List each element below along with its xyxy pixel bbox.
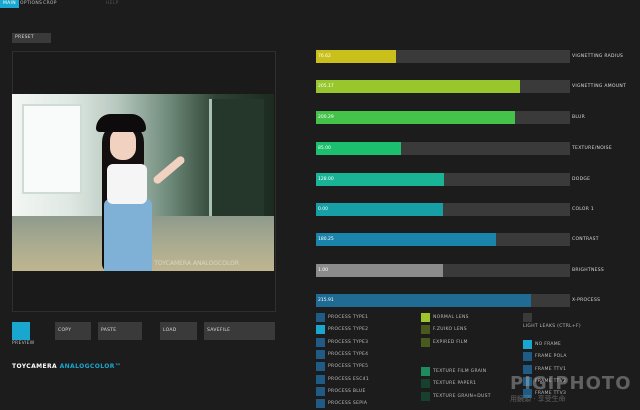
slider-label: Blur (572, 115, 585, 120)
copy-button[interactable]: Copy (55, 322, 91, 340)
slider-value: 215.91 (318, 298, 334, 303)
option-process-2-swatch[interactable] (316, 325, 325, 335)
slider-label: Vignetting Amount (572, 84, 627, 89)
slider-color-1[interactable]: 0.00 (316, 203, 570, 216)
option-texture-2-swatch[interactable] (421, 379, 430, 389)
slider-value: 128.00 (318, 177, 334, 182)
slider-fill (316, 173, 445, 186)
option-process-7-label: Process Blue (328, 388, 366, 394)
preset-button[interactable]: Preset (12, 33, 51, 43)
photo-face (110, 128, 136, 160)
slider-value: 1.00 (318, 268, 329, 273)
brand-tagline: 用鏡頭 · 享受生命 (510, 395, 566, 403)
savefile-button[interactable]: Savefile (204, 322, 275, 340)
slider-fill (316, 264, 443, 277)
paste-button[interactable]: Paste (98, 322, 142, 340)
option-lens-1-label: Normal Lens (433, 315, 469, 320)
photo-watermark: TOYCAMERA ANALOGCOLOR (154, 260, 239, 267)
option-light-leaks-swatch[interactable] (523, 313, 532, 322)
option-lens-1-swatch[interactable] (421, 313, 430, 322)
option-texture-1-swatch[interactable] (421, 367, 430, 376)
option-process-7-swatch[interactable] (316, 386, 325, 396)
slider-contrast[interactable]: 180.25 (316, 233, 570, 246)
option-texture-3-swatch[interactable] (421, 391, 430, 401)
slider-texture-noise[interactable]: 85.00 (316, 142, 570, 155)
option-process-5-swatch[interactable] (316, 362, 325, 372)
preview-label: Preview (12, 341, 35, 346)
option-process-3-label: Process Type3 (328, 339, 369, 345)
slider-fill (316, 233, 497, 246)
option-light-leaks-label: Light Leaks (CTRL+F) (523, 324, 581, 329)
slider-label: Contrast (572, 237, 599, 242)
brand-name: PIGIPHOTO (510, 373, 632, 394)
slider-value: 85.00 (318, 146, 331, 151)
brand-watermark: PIGIPHOTO 用鏡頭 · 享受生命 (510, 375, 632, 404)
app-logo: TOYCAMERA ANALOGCOLOR™ (12, 363, 121, 370)
option-process-8-swatch[interactable] (316, 399, 325, 409)
slider-label: Brightness (572, 268, 605, 273)
preview-photo: TOYCAMERA ANALOGCOLOR (12, 94, 274, 271)
option-process-5-label: Process Type5 (328, 364, 369, 370)
slider-brightness[interactable]: 1.00 (316, 264, 570, 277)
option-process-6-label: Process ESC41 (328, 376, 369, 382)
option-frame-1-label: No Frame (535, 342, 562, 347)
photo-arm (151, 154, 187, 186)
photo-shirt (107, 164, 147, 204)
option-process-8-label: Process Sepia (328, 401, 368, 407)
option-texture-1-label: Texture Film Grain (433, 369, 487, 374)
option-lens-2-swatch[interactable] (421, 325, 430, 335)
option-lens-3-label: Expired Film (433, 339, 468, 345)
tab-main[interactable]: Main (0, 0, 19, 8)
slider-fill (316, 203, 443, 216)
slider-value: 76.62 (318, 54, 331, 59)
slider-label: Vignetting Radius (572, 54, 624, 59)
option-frame-1-swatch[interactable] (523, 340, 532, 349)
option-process-1-label: Process Type1 (328, 315, 369, 320)
option-process-4-swatch[interactable] (316, 349, 325, 359)
photo-jeans (104, 199, 152, 271)
logo-toycamera: TOYCAMERA (12, 363, 60, 370)
slider-fill (316, 111, 516, 124)
logo-analogcolor: ANALOGCOLOR™ (59, 363, 122, 370)
tab-crop[interactable]: Crop (43, 0, 57, 8)
photo-window (22, 104, 82, 194)
slider-value: 180.25 (318, 237, 334, 242)
slider-label: Color 1 (572, 207, 595, 212)
tab-options[interactable]: Options (20, 0, 42, 8)
slider-value: 205.17 (318, 84, 334, 89)
slider-fill (316, 80, 520, 93)
slider-value: 200.29 (318, 115, 334, 120)
option-lens-2-label: F.Zuiko Lens (433, 327, 467, 333)
slider-vignetting-amount[interactable]: 205.17 (316, 80, 570, 93)
tab-help[interactable]: Help (106, 0, 119, 8)
option-frame-2-swatch[interactable] (523, 352, 532, 362)
slider-blur[interactable]: 200.29 (316, 111, 570, 124)
slider-vignetting-radius[interactable]: 76.62 (316, 50, 570, 63)
load-button[interactable]: Load (160, 322, 197, 340)
photo-hat (96, 114, 146, 132)
option-texture-2-label: Texture Paper1 (433, 381, 477, 387)
slider-label: Dodge (572, 177, 591, 182)
option-frame-3-label: Frame TTV1 (535, 366, 567, 372)
slider-label: X-Process (572, 298, 601, 303)
option-process-4-label: Process Type4 (328, 351, 369, 357)
option-frame-2-label: Frame Pola (535, 354, 567, 360)
option-process-1-swatch[interactable] (316, 313, 325, 322)
option-process-3-swatch[interactable] (316, 337, 325, 347)
option-process-6-swatch[interactable] (316, 374, 325, 384)
option-process-2-label: Process Type2 (328, 327, 369, 333)
slider-x-process[interactable]: 215.91 (316, 294, 570, 307)
photo-door (209, 99, 264, 219)
top-menu-bar: Main Options Crop Help (0, 0, 640, 9)
option-lens-3-swatch[interactable] (421, 337, 430, 347)
slider-dodge[interactable]: 128.00 (316, 173, 570, 186)
option-texture-3-label: Texture Grain+Dust (433, 393, 491, 399)
slider-fill (316, 294, 531, 307)
slider-value: 0.00 (318, 207, 329, 212)
preview-toggle-button[interactable] (12, 322, 30, 340)
slider-label: Texture/Noise (572, 146, 612, 151)
